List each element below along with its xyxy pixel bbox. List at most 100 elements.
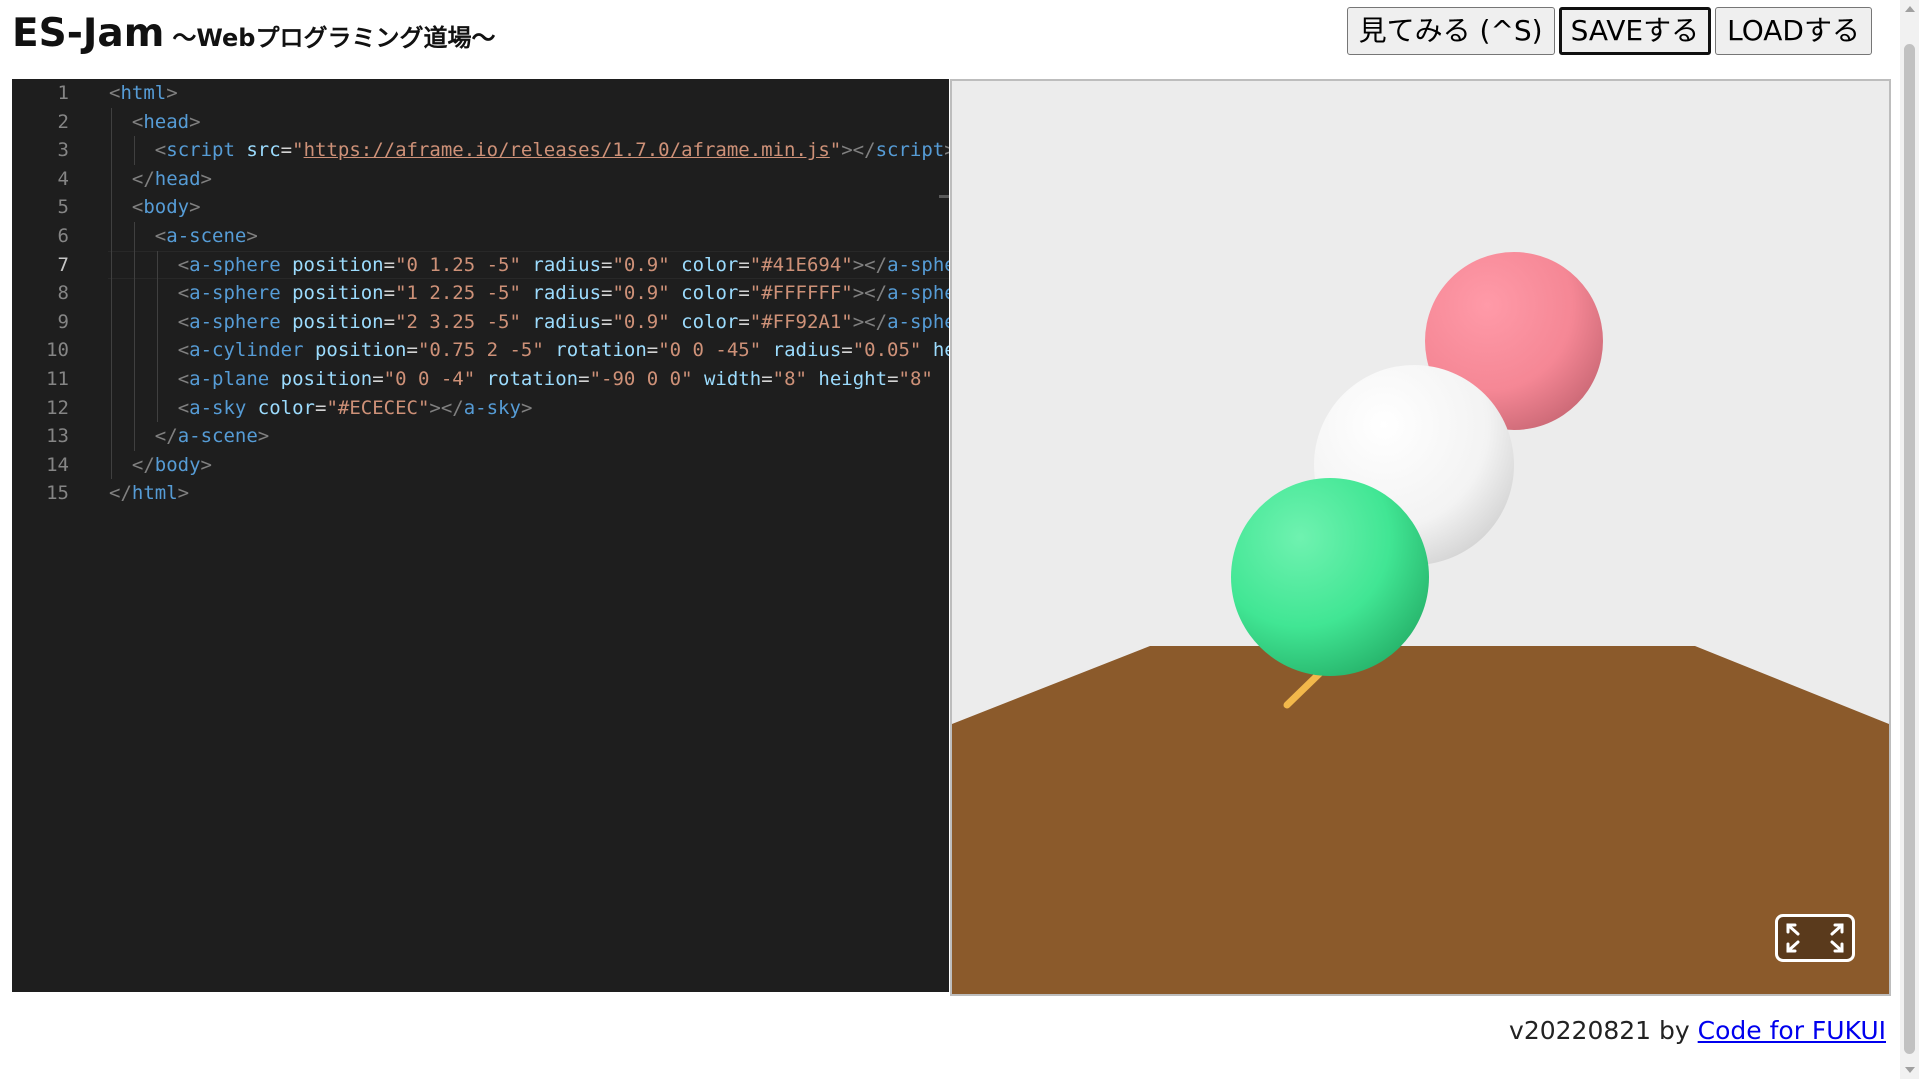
fullscreen-button[interactable] (1775, 914, 1855, 962)
code-text: </body> (132, 451, 212, 480)
code-line[interactable]: 1 <html> (12, 79, 949, 108)
code-token-url: https://aframe.io/releases/1.7.0/aframe.… (303, 139, 830, 162)
code-token-eq: = (383, 282, 396, 305)
code-text: <a-sphere position="1 2.25 -5" radius="0… (178, 279, 949, 308)
app-subtitle: ～Webプログラミング道場～ (172, 24, 496, 52)
code-line[interactable]: 2 <head> (12, 107, 949, 137)
line-number: 5 (57, 196, 69, 219)
code-token-attr: position (292, 253, 384, 276)
save-button[interactable]: SAVEする (1558, 7, 1712, 55)
run-preview-button[interactable]: 見てみる (^S) (1346, 7, 1555, 55)
code-token-br: > (166, 82, 178, 104)
code-token-str: "-90 0 0" (589, 368, 693, 390)
code-token-eq (670, 282, 681, 304)
indent-guide (133, 365, 135, 394)
code-text: <a-plane position="0 0 -4" rotation="-90… (178, 365, 933, 394)
ground-plane (952, 646, 1889, 994)
code-token-br: > (200, 167, 212, 190)
indent-guide (156, 336, 158, 365)
code-token-attr: color (257, 396, 315, 419)
page-title: ES-Jam ～Webプログラミング道場～ (12, 10, 495, 62)
code-token-br: > (257, 425, 270, 448)
load-button[interactable]: LOADする (1715, 7, 1872, 55)
code-token-attr: radius (772, 339, 842, 362)
line-number: 3 (57, 139, 69, 162)
indent-guide (111, 193, 112, 222)
code-token-attr: color (681, 310, 739, 333)
code-token-tag: a-sphere (189, 282, 281, 305)
code-token-str: "#FF92A1" (749, 310, 853, 333)
code-line[interactable]: 4 </head> (12, 164, 949, 194)
code-token-str: "8" (772, 368, 807, 390)
code-for-fukui-link[interactable]: Code for FUKUI (1698, 1016, 1886, 1045)
code-token-tag: script (166, 139, 235, 162)
code-token-str: "0.9" (612, 310, 670, 333)
code-token-attr: radius (532, 282, 602, 305)
code-token-attr: width (703, 368, 762, 390)
code-token-eq (807, 368, 818, 390)
indent-guide (133, 136, 135, 165)
preview-scene[interactable] (952, 81, 1889, 994)
code-token-tag: a-sphere (189, 310, 281, 333)
line-number: 7 (57, 253, 69, 276)
code-line[interactable]: 10 <a-cylinder position="0.75 2 -5" rotat… (12, 336, 949, 365)
code-line[interactable]: 15 </html> (12, 479, 949, 508)
indent-guide (111, 450, 112, 480)
code-token-br: </ (154, 425, 178, 448)
indent-guide (133, 279, 135, 308)
code-line[interactable]: 7 <a-sphere position="0 1.25 -5" radius="… (12, 250, 949, 280)
code-text: </a-scene> (155, 422, 269, 451)
code-line[interactable]: 9 <a-sphere position="2 3.25 -5" radius="… (12, 307, 949, 337)
code-line[interactable]: 8 <a-sphere position="1 2.25 -5" radius="… (12, 279, 949, 308)
code-line[interactable]: 14 </body> (12, 450, 949, 480)
line-number: 9 (57, 310, 69, 333)
version-text: v20220821 by (1509, 1016, 1698, 1045)
code-token-br: </ (131, 167, 155, 190)
code-token-br: > (520, 396, 533, 419)
aframe-preview[interactable] (950, 79, 1891, 996)
code-token-br: ></ (852, 253, 888, 276)
indent-guide (111, 136, 112, 165)
code-token-eq (521, 282, 532, 304)
code-line[interactable]: 12 <a-sky color="#ECECEC"></a-sky> (12, 393, 949, 423)
code-text: <a-scene> (155, 222, 258, 251)
code-line[interactable]: 3 <script src="https://aframe.io/releases… (12, 136, 949, 165)
code-token-br: < (177, 339, 190, 362)
scroll-down-arrow-icon[interactable] (1905, 1067, 1915, 1073)
code-text: <body> (132, 193, 201, 222)
code-token-tag: script (875, 139, 945, 162)
code-token-eq: = (383, 253, 396, 276)
es-jam-page: ES-Jam ～Webプログラミング道場～ 見てみる (^S) SAVEする LO… (0, 0, 1919, 1079)
code-token-eq (921, 339, 932, 361)
code-token-attr: position (280, 368, 373, 390)
code-token-tag: body (154, 453, 201, 476)
code-token-tag: a-sphere (887, 253, 949, 276)
code-token-eq: = (601, 253, 613, 276)
code-token-eq: = (372, 368, 384, 390)
indent-guide (111, 365, 112, 394)
indent-guide (111, 393, 112, 423)
code-line[interactable]: 11 <a-plane position="0 0 -4" rotation="-… (12, 365, 949, 394)
code-token-str: "8" (898, 368, 933, 390)
code-line[interactable]: 6 <a-scene> (12, 222, 949, 251)
indent-guide (133, 393, 135, 423)
code-line[interactable]: 5 <body> (12, 193, 949, 222)
fullscreen-icon (1786, 923, 1844, 953)
scroll-up-arrow-icon[interactable] (1905, 6, 1915, 12)
code-token-br: < (177, 368, 190, 390)
page-scrollbar[interactable] (1900, 0, 1919, 1079)
code-token-str: " (829, 139, 842, 162)
code-editor[interactable]: 1 <html> 2 <head> 3 <script src="https://afra… (12, 79, 949, 992)
scrollbar-thumb[interactable] (1904, 44, 1915, 1054)
code-token-tag: a-sphere (189, 253, 281, 276)
line-number: 14 (46, 453, 69, 476)
indent-guide (133, 336, 135, 365)
footer: v20220821 by Code for FUKUI (1509, 1016, 1886, 1045)
code-line[interactable]: 13 </a-scene> (12, 422, 949, 451)
code-token-br: </ (109, 482, 132, 505)
code-token-attr: color (681, 253, 739, 276)
line-number: 15 (46, 482, 69, 505)
code-token-br: > (246, 225, 258, 247)
code-token-str: "#ECECEC" (326, 396, 430, 419)
code-token-eq (246, 397, 257, 419)
